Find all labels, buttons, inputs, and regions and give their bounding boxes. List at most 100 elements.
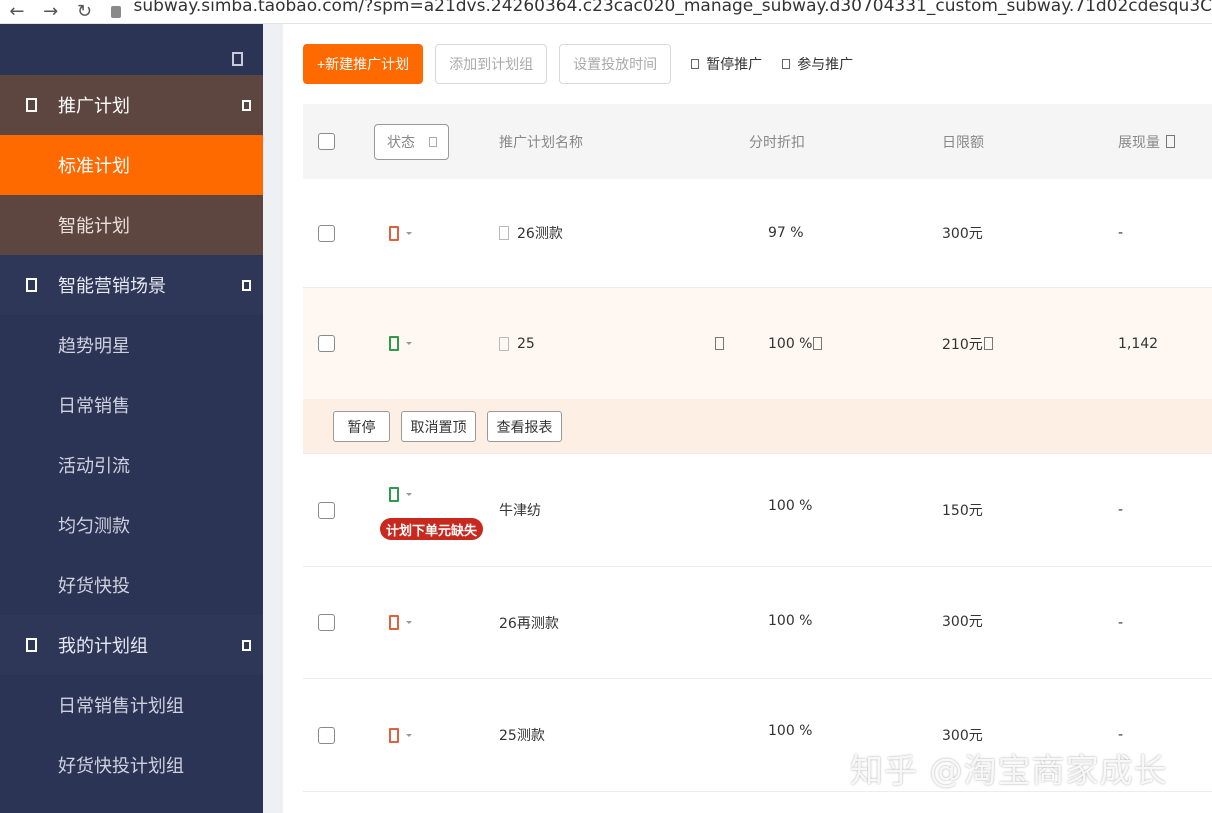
plan-name[interactable]: 26测款 [517, 223, 563, 243]
discount-header: 分时折扣 [749, 134, 805, 151]
play-icon [782, 59, 791, 69]
sidebar-item-label: 活动引流 [58, 456, 130, 477]
table-header: 状态 推广计划名称 分时折扣 日限额 展现量 [303, 104, 1212, 179]
sidebar: 推广计划 标准计划 智能计划 智能营销场景 趋势明星 日常销售 活动引流 均匀测… [0, 24, 263, 813]
content-gutter [263, 24, 283, 813]
status-toggle[interactable] [389, 179, 412, 287]
caret-down-icon [406, 493, 412, 496]
status-filter[interactable]: 状态 [374, 123, 449, 160]
sort-icon [1166, 135, 1175, 148]
sidebar-item-standard-plan[interactable]: 标准计划 [0, 135, 263, 195]
caret-down-icon [406, 342, 412, 345]
sidebar-item-even-test[interactable]: 均匀测款 [0, 495, 263, 555]
edit-icon[interactable] [715, 337, 724, 350]
impressions-value: - [1118, 502, 1124, 518]
sidebar-item-quick-push[interactable]: 好货快投 [0, 555, 263, 615]
plan-name[interactable]: 25 [517, 336, 535, 352]
sidebar-item-traffic[interactable]: 活动引流 [0, 435, 263, 495]
discount-value: 100 % [768, 498, 813, 514]
edit-discount-icon[interactable] [813, 337, 823, 350]
status-toggle[interactable] [389, 567, 412, 678]
sidebar-item-quick-push-group[interactable]: 好货快投计划组 [0, 735, 263, 795]
daily-limit-value: 210元 [942, 336, 983, 353]
chevron-icon [242, 640, 251, 651]
status-icon [389, 225, 399, 241]
row-checkbox[interactable] [318, 614, 335, 631]
status-toggle[interactable] [389, 487, 412, 502]
pause-icon [691, 59, 700, 69]
filter-icon [429, 136, 437, 147]
chevron-icon [242, 100, 251, 111]
sidebar-item-label: 好货快投 [58, 576, 130, 597]
impressions-header[interactable]: 展现量 [1118, 104, 1175, 179]
lock-icon [111, 5, 122, 18]
daily-limit-value: 300元 [942, 613, 983, 630]
sidebar-item-trend-star[interactable]: 趋势明星 [0, 315, 263, 375]
row-checkbox[interactable] [318, 726, 335, 744]
table-row[interactable]: 25 100 % 210元 1,142 [303, 288, 1212, 399]
sidebar-item-label: 日常销售 [58, 396, 130, 417]
pause-button[interactable]: 暂停 [333, 411, 390, 442]
sidebar-group-smart-marketing[interactable]: 智能营销场景 [0, 255, 263, 315]
url-text[interactable]: subway.simba.taobao.com/?spm=a21dvs.2426… [133, 0, 1212, 16]
row-checkbox[interactable] [318, 224, 335, 242]
unpin-button[interactable]: 取消置顶 [401, 411, 476, 442]
main-content: +新建推广计划 添加到计划组 设置投放时间 暂停推广 参与推广 状态 推广计划名… [283, 24, 1212, 813]
status-toggle[interactable] [389, 679, 412, 791]
caret-down-icon [406, 231, 412, 235]
sidebar-group-label: 推广计划 [58, 96, 130, 117]
join-promotion-button[interactable]: 参与推广 [782, 54, 853, 74]
pin-icon [499, 336, 509, 351]
impressions-value: - [1118, 614, 1124, 631]
pause-promotion-label: 暂停推广 [706, 57, 763, 73]
sidebar-group-label: 我的计划组 [58, 636, 148, 657]
sidebar-group-plans[interactable]: 推广计划 [0, 75, 263, 135]
plan-name[interactable]: 牛津纺 [499, 454, 541, 566]
join-promotion-label: 参与推广 [797, 57, 854, 73]
sidebar-item-daily-sales-group[interactable]: 日常销售计划组 [0, 675, 263, 735]
caret-down-icon [406, 621, 412, 624]
edit-limit-icon[interactable] [983, 337, 993, 350]
discount-value: 100 % [768, 612, 813, 629]
pin-icon [499, 226, 509, 240]
pause-promotion-button[interactable]: 暂停推广 [691, 54, 762, 74]
table-row[interactable]: 26再测款 100 % 300元 - [303, 567, 1212, 679]
reload-icon[interactable]: ↻ [68, 2, 102, 21]
chevron-icon [242, 280, 251, 291]
sidebar-group-label: 智能营销场景 [58, 276, 166, 297]
set-time-button[interactable]: 设置投放时间 [559, 44, 672, 84]
table-row[interactable]: 计划下单元缺失 牛津纺 100 % 150元 - [303, 454, 1212, 567]
status-icon [389, 336, 399, 351]
row-checkbox[interactable] [318, 501, 335, 519]
row-action-bar: 暂停 取消置顶 查看报表 [303, 399, 1212, 454]
view-report-button[interactable]: 查看报表 [487, 411, 562, 442]
sidebar-item-label: 好货快投计划组 [58, 756, 184, 777]
sidebar-item-label: 标准计划 [58, 156, 130, 177]
name-header: 推广计划名称 [499, 134, 583, 151]
plan-name[interactable]: 26再测款 [499, 567, 559, 678]
browser-address-bar: ← → ↻ subway.simba.taobao.com/?spm=a21dv… [0, 0, 1212, 24]
plan-name[interactable]: 25测款 [499, 679, 545, 791]
discount-value: 100 % [768, 723, 813, 739]
select-all-checkbox[interactable] [318, 133, 335, 150]
sidebar-item-smart-plan[interactable]: 智能计划 [0, 195, 263, 255]
new-plan-button[interactable]: +新建推广计划 [303, 44, 424, 84]
plans-icon [26, 98, 37, 112]
sidebar-item-daily-sales[interactable]: 日常销售 [0, 375, 263, 435]
status-filter-label: 状态 [387, 134, 415, 151]
table-row[interactable]: 26测款 97 % 300元 - [303, 179, 1212, 288]
status-toggle[interactable] [389, 288, 412, 399]
sidebar-group-my-plan-groups[interactable]: 我的计划组 [0, 615, 263, 675]
forward-icon[interactable]: → [34, 2, 68, 21]
impressions-value: 1,142 [1118, 335, 1159, 352]
impressions-header-label: 展现量 [1118, 134, 1160, 151]
status-icon [389, 727, 399, 743]
row-checkbox[interactable] [318, 335, 335, 352]
add-to-group-button[interactable]: 添加到计划组 [435, 44, 548, 84]
sidebar-item-label: 趋势明星 [58, 336, 130, 357]
collapse-sidebar-icon[interactable] [232, 52, 243, 66]
daily-limit-value: 150元 [942, 503, 983, 519]
select-all-cell [318, 104, 335, 179]
watermark: 知乎 @淘宝商家成长 [850, 751, 1168, 790]
back-icon[interactable]: ← [0, 2, 34, 21]
